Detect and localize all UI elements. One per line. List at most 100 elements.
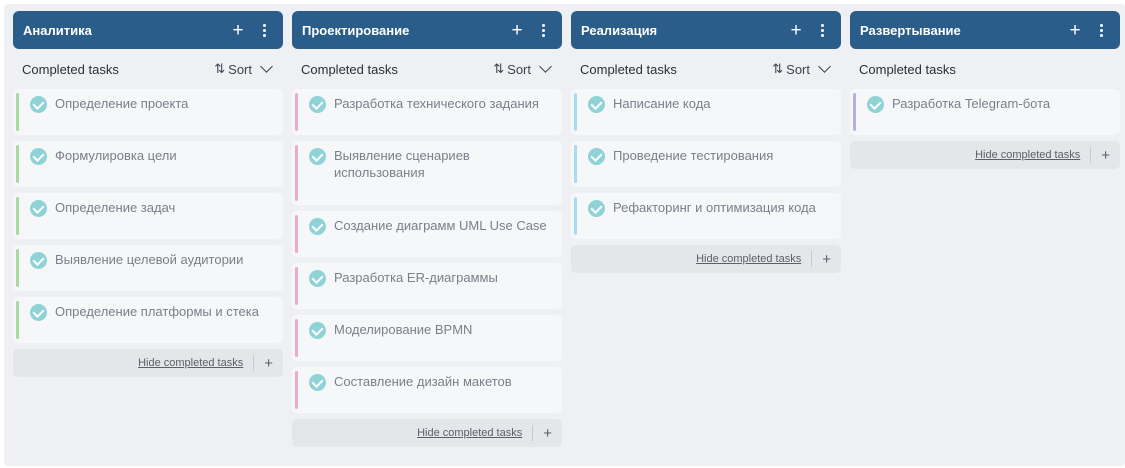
add-task-button[interactable]: + [508,19,526,41]
chevron-down-icon [539,60,552,73]
task-title: Формулировка цели [55,148,177,163]
task-card[interactable]: Выявление целевой аудитории [13,245,283,291]
hide-completed-link[interactable]: Hide completed tasks [975,149,1080,161]
task-title: Написание кода [613,96,711,111]
color-bar [295,145,298,201]
column-menu-button[interactable] [813,19,831,41]
column-menu-button[interactable] [534,19,552,41]
plus-icon[interactable]: + [264,356,273,371]
task-card[interactable]: Моделирование BPMN [292,315,562,361]
completed-section-header: Completed tasks ⇅ Sort [13,49,283,89]
task-title: Определение платформы и стека [55,304,259,319]
column-header: Развертывание + [850,11,1120,49]
divider [811,251,813,267]
check-circle-icon[interactable] [30,200,47,217]
check-circle-icon[interactable] [867,96,884,113]
color-bar [16,93,19,131]
add-task-button[interactable]: + [229,19,247,41]
check-circle-icon[interactable] [309,218,326,235]
column-deployment: Развертывание + Completed tasks Разработ… [850,11,1120,169]
task-title: Выявление сценариев использования [334,148,470,180]
plus-icon[interactable]: + [543,426,552,441]
add-task-button[interactable]: + [1066,19,1084,41]
check-circle-icon[interactable] [30,148,47,165]
task-card[interactable]: Составление дизайн макетов [292,367,562,413]
check-circle-icon[interactable] [309,374,326,391]
plus-icon: + [790,19,802,41]
color-bar [295,215,298,253]
divider [532,425,534,441]
color-bar [295,371,298,409]
column-title: Развертывание [860,22,961,38]
check-circle-icon[interactable] [30,96,47,113]
check-circle-icon[interactable] [588,200,605,217]
task-card[interactable]: Рефакторинг и оптимизация кода [571,193,841,239]
task-card[interactable]: Разработка ER-диаграммы [292,263,562,309]
divider [1090,147,1092,163]
color-bar [16,249,19,287]
column-title: Реализация [581,22,658,38]
plus-icon: + [232,19,244,41]
column-analytics: Аналитика + Completed tasks ⇅ Sort Опред… [13,11,283,377]
column-header: Реализация + [571,11,841,49]
completed-tasks-label: Completed tasks [22,61,119,77]
task-title: Проведение тестирования [613,148,774,163]
sort-button[interactable]: ⇅ Sort [772,60,831,77]
color-bar [853,93,856,131]
column-title: Проектирование [302,22,410,38]
check-circle-icon[interactable] [309,96,326,113]
check-circle-icon[interactable] [30,252,47,269]
completed-tasks-label: Completed tasks [580,61,677,77]
task-title: Создание диаграмм UML Use Case [334,218,547,233]
color-bar [574,197,577,235]
add-task-button[interactable]: + [787,19,805,41]
task-card[interactable]: Определение проекта [13,89,283,135]
task-card[interactable]: Формулировка цели [13,141,283,187]
sort-icon: ⇅ [772,61,783,76]
check-circle-icon[interactable] [588,148,605,165]
check-circle-icon[interactable] [309,322,326,339]
color-bar [295,93,298,131]
check-circle-icon[interactable] [309,148,326,165]
sort-button[interactable]: ⇅ Sort [493,60,552,77]
sort-button[interactable]: ⇅ Sort [214,60,273,77]
task-card[interactable]: Выявление сценариев использования [292,141,562,205]
task-card[interactable]: Проведение тестирования [571,141,841,187]
more-vertical-icon [1099,23,1103,37]
hide-completed-link[interactable]: Hide completed tasks [417,427,522,439]
task-list: Разработка технического задания Выявлени… [292,89,562,413]
column-implementation: Реализация + Completed tasks ⇅ Sort Напи… [571,11,841,273]
sort-label: Sort [507,61,531,77]
hide-completed-link[interactable]: Hide completed tasks [138,357,243,369]
task-card[interactable]: Разработка Telegram-бота [850,89,1120,135]
hide-completed-link[interactable]: Hide completed tasks [696,253,801,265]
check-circle-icon[interactable] [309,270,326,287]
completed-section-header: Completed tasks ⇅ Sort [571,49,841,89]
task-title: Выявление целевой аудитории [55,252,244,267]
column-design: Проектирование + Completed tasks ⇅ Sort … [292,11,562,447]
column-menu-button[interactable] [1092,19,1110,41]
column-menu-button[interactable] [255,19,273,41]
plus-icon: + [511,19,523,41]
task-card[interactable]: Разработка технического задания [292,89,562,135]
more-vertical-icon [541,23,545,37]
task-card[interactable]: Написание кода [571,89,841,135]
column-footer: Hide completed tasks + [850,141,1120,169]
more-vertical-icon [820,23,824,37]
plus-icon[interactable]: + [822,252,831,267]
plus-icon[interactable]: + [1101,148,1110,163]
task-card[interactable]: Создание диаграмм UML Use Case [292,211,562,257]
task-title: Разработка Telegram-бота [892,96,1051,111]
kanban-board: Аналитика + Completed tasks ⇅ Sort Опред… [4,4,1125,466]
task-list: Разработка Telegram-бота [850,89,1120,135]
task-card[interactable]: Определение платформы и стека [13,297,283,343]
column-header: Проектирование + [292,11,562,49]
more-vertical-icon [262,23,266,37]
check-circle-icon[interactable] [30,304,47,321]
color-bar [574,93,577,131]
sort-icon: ⇅ [214,61,225,76]
task-title: Моделирование BPMN [334,322,473,337]
plus-icon: + [1069,19,1081,41]
task-card[interactable]: Определение задач [13,193,283,239]
check-circle-icon[interactable] [588,96,605,113]
